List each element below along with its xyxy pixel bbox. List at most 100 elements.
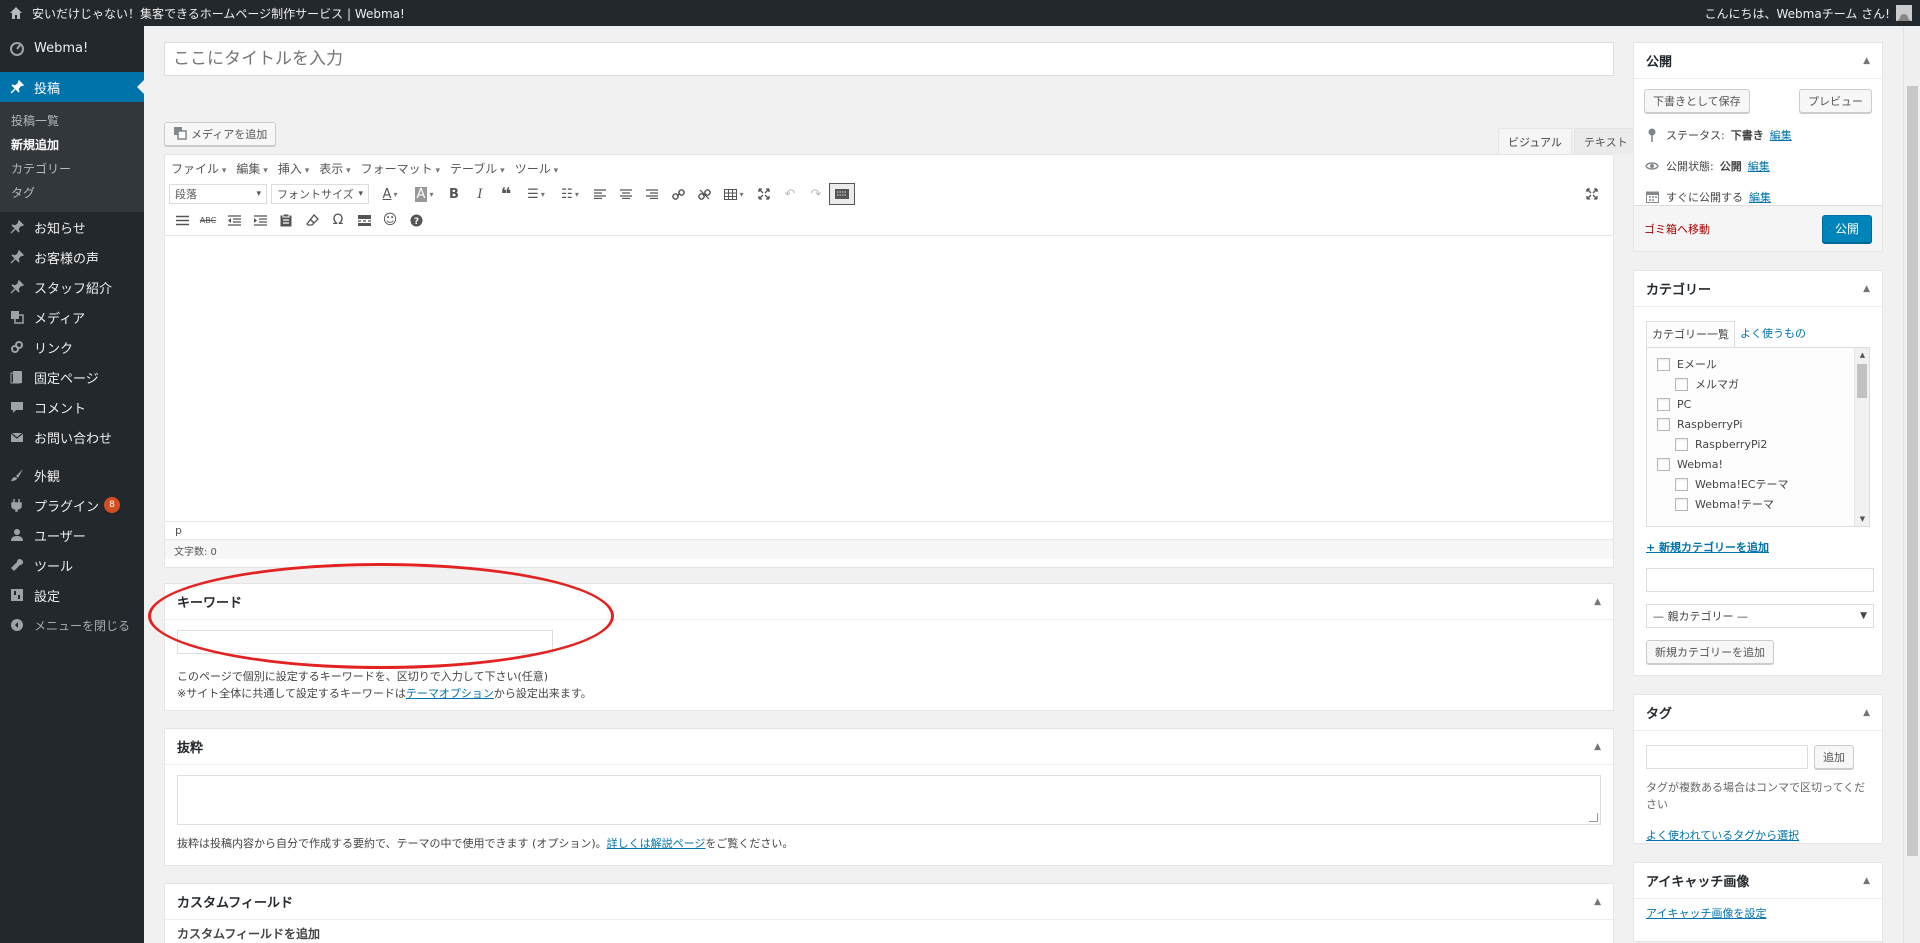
menu-edit[interactable]: 編集: [233, 160, 274, 177]
submenu-tags[interactable]: タグ: [0, 180, 144, 204]
category-checkbox[interactable]: [1675, 497, 1688, 511]
align-right-icon[interactable]: [639, 183, 665, 205]
set-featured-image-link[interactable]: アイキャッチ画像を設定: [1646, 905, 1870, 922]
sidebar-item-contact[interactable]: お問い合わせ: [0, 422, 144, 452]
category-checkbox[interactable]: [1675, 377, 1688, 391]
list-item[interactable]: Webma!: [1657, 454, 1869, 474]
tag-input[interactable]: [1646, 745, 1808, 769]
more-tag-icon[interactable]: [351, 209, 377, 231]
fontsize-select[interactable]: フォントサイズ: [271, 184, 369, 204]
sidebar-item-media[interactable]: メディア: [0, 302, 144, 332]
category-checkbox[interactable]: [1675, 437, 1688, 451]
scroll-down-icon[interactable]: ▼: [1855, 512, 1869, 526]
list-item[interactable]: メルマガ: [1657, 374, 1869, 394]
menu-insert[interactable]: 挿入: [275, 160, 316, 177]
submenu-all-posts[interactable]: 投稿一覧: [0, 108, 144, 132]
tag-box-header[interactable]: タグ ▲: [1634, 695, 1882, 731]
collapse-toggle-icon[interactable]: ▲: [1863, 56, 1870, 66]
add-new-category-link[interactable]: + 新規カテゴリーを追加: [1646, 539, 1870, 556]
collapse-menu-button[interactable]: メニューを閉じる: [0, 610, 144, 640]
sidebar-item-users[interactable]: ユーザー: [0, 520, 144, 550]
save-draft-button[interactable]: 下書きとして保存: [1644, 89, 1750, 113]
collapse-toggle-icon[interactable]: ▲: [1594, 742, 1601, 752]
list-item[interactable]: RaspberryPi2: [1657, 434, 1869, 454]
excerpt-docs-link[interactable]: 詳しくは解説ページ: [607, 837, 706, 850]
list-item[interactable]: Webma!テーマ: [1657, 494, 1869, 514]
edit-visibility-link[interactable]: 編集: [1748, 158, 1770, 174]
tab-most-used[interactable]: よく使うもの: [1735, 321, 1811, 348]
paste-text-icon[interactable]: [273, 209, 299, 231]
undo-icon[interactable]: ↶: [777, 183, 803, 205]
category-checkbox[interactable]: [1657, 357, 1670, 371]
featured-image-header[interactable]: アイキャッチ画像 ▲: [1634, 863, 1882, 899]
parent-category-select[interactable]: — 親カテゴリー — ▼: [1646, 604, 1874, 628]
emoticon-icon[interactable]: ☺: [377, 209, 403, 231]
list-item[interactable]: Eメール: [1657, 354, 1869, 374]
home-icon[interactable]: [8, 5, 24, 21]
menu-tools[interactable]: ツール: [512, 160, 565, 177]
keyword-input[interactable]: [177, 630, 553, 654]
sidebar-item-pages[interactable]: 固定ページ: [0, 362, 144, 392]
post-title-input[interactable]: [164, 42, 1614, 76]
unlink-icon[interactable]: [691, 183, 717, 205]
sidebar-item-voices[interactable]: お客様の声: [0, 242, 144, 272]
menu-table[interactable]: テーブル: [447, 160, 512, 177]
menu-file[interactable]: ファイル: [168, 160, 233, 177]
menu-view[interactable]: 表示: [316, 160, 357, 177]
align-left-icon[interactable]: [587, 183, 613, 205]
link-icon[interactable]: [665, 183, 691, 205]
collapse-toggle-icon[interactable]: ▲: [1594, 897, 1601, 907]
publish-box-header[interactable]: 公開 ▲: [1634, 43, 1882, 79]
sidebar-item-appearance[interactable]: 外観: [0, 460, 144, 490]
sidebar-item-news[interactable]: お知らせ: [0, 212, 144, 242]
list-item[interactable]: RaspberryPi: [1657, 414, 1869, 434]
preview-button[interactable]: プレビュー: [1799, 89, 1872, 113]
greeting[interactable]: こんにちは、Webmaチーム さん!: [1705, 5, 1890, 22]
sidebar-item-comments[interactable]: コメント: [0, 392, 144, 422]
excerpt-box-header[interactable]: 抜粋 ▲: [165, 729, 1613, 765]
new-category-input[interactable]: [1646, 568, 1874, 592]
custom-fields-header[interactable]: カスタムフィールド ▲: [165, 884, 1613, 920]
collapse-toggle-icon[interactable]: ▲: [1594, 597, 1601, 607]
site-title[interactable]: 安いだけじゃない！集客できるホームページ制作サービス | Webma!: [32, 5, 405, 22]
indent-icon[interactable]: [247, 209, 273, 231]
theme-options-link[interactable]: テーマオプション: [406, 687, 494, 700]
bold-icon[interactable]: B: [441, 183, 467, 205]
align-center-icon[interactable]: [613, 183, 639, 205]
move-to-trash-link[interactable]: ゴミ箱へ移動: [1644, 221, 1710, 237]
category-checkbox[interactable]: [1657, 417, 1670, 431]
collapse-toggle-icon[interactable]: ▲: [1863, 876, 1870, 886]
help-icon[interactable]: ?: [403, 209, 429, 231]
strikethrough-icon[interactable]: ABC: [195, 209, 221, 231]
redo-icon[interactable]: ↷: [803, 183, 829, 205]
menu-format[interactable]: フォーマット: [358, 160, 447, 177]
list-item[interactable]: Webma!ECテーマ: [1657, 474, 1869, 494]
keyword-box-header[interactable]: キーワード ▲: [165, 584, 1613, 620]
category-checkbox[interactable]: [1657, 397, 1670, 411]
edit-status-link[interactable]: 編集: [1770, 127, 1792, 143]
tab-visual[interactable]: ビジュアル: [1498, 128, 1572, 154]
excerpt-textarea[interactable]: [177, 775, 1601, 825]
edit-schedule-link[interactable]: 編集: [1749, 189, 1771, 205]
numbered-list-icon[interactable]: ☷: [553, 183, 587, 205]
avatar[interactable]: [1896, 5, 1912, 21]
add-media-button[interactable]: メディアを追加: [164, 122, 277, 146]
tab-all-categories[interactable]: カテゴリー一覧: [1646, 321, 1735, 348]
sidebar-item-plugins[interactable]: プラグイン 8: [0, 490, 144, 520]
sidebar-item-staff[interactable]: スタッフ紹介: [0, 272, 144, 302]
add-tag-button[interactable]: 追加: [1814, 745, 1854, 769]
scroll-thumb[interactable]: [1857, 364, 1867, 398]
collapse-toggle-icon[interactable]: ▲: [1863, 708, 1870, 718]
blockquote-icon[interactable]: ❝: [493, 183, 519, 205]
format-select[interactable]: 段落: [169, 184, 267, 204]
fullscreen-icon[interactable]: [751, 183, 777, 205]
submenu-categories[interactable]: カテゴリー: [0, 156, 144, 180]
toolbar-toggle-icon[interactable]: [829, 183, 855, 205]
text-color-icon[interactable]: A: [373, 183, 407, 205]
tab-text[interactable]: テキスト: [1573, 128, 1638, 154]
category-checkbox[interactable]: [1657, 457, 1670, 471]
bullet-list-icon[interactable]: ☰: [519, 183, 553, 205]
special-character-icon[interactable]: Ω: [325, 209, 351, 231]
sidebar-brand[interactable]: Webma!: [0, 32, 144, 64]
popular-tags-link[interactable]: よく使われているタグから選択: [1646, 827, 1870, 844]
